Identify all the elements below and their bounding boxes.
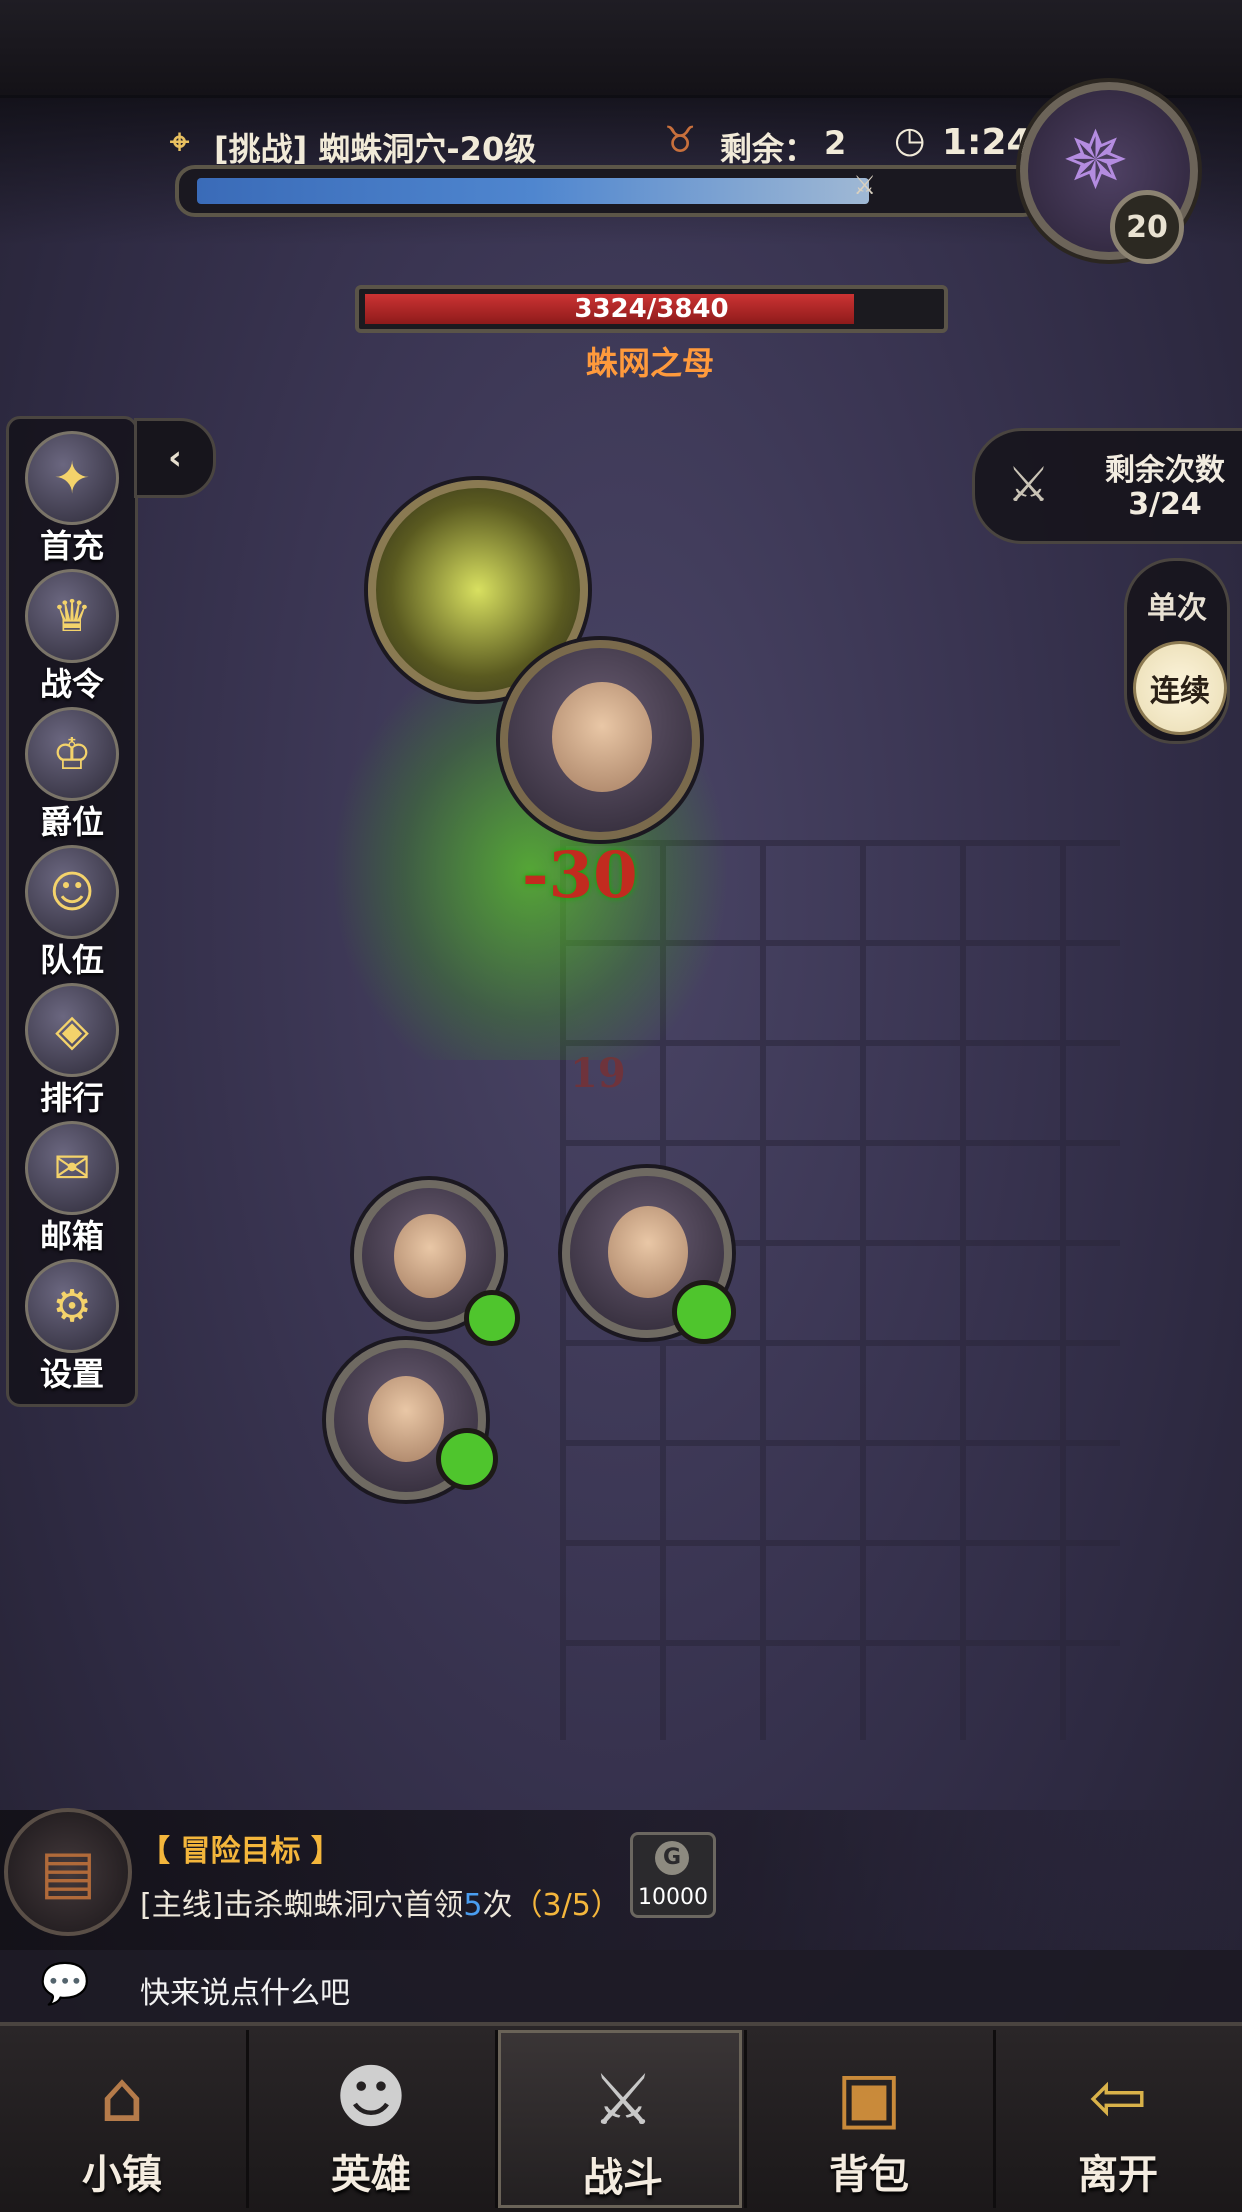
sidebar-item-4[interactable]: ◈ 排行 xyxy=(9,977,135,1117)
boss-hp-text: 3324/3840 xyxy=(574,294,729,324)
mode-continuous-button[interactable]: 连续 xyxy=(1133,641,1227,735)
quest-title: 【 冒险目标 】 xyxy=(140,1834,341,1869)
gear-icon: ⚙ xyxy=(25,1259,119,1353)
battle-mode-toggle: 单次 连续 xyxy=(1124,558,1230,744)
quest-progress: （3/5） xyxy=(512,1888,621,1923)
hero-icon: ☻ xyxy=(334,2056,408,2138)
enemy-elf-token xyxy=(500,640,700,840)
stage-progress-bar: ⚔ xyxy=(175,165,1043,217)
stage-progress-fill xyxy=(197,178,869,204)
sword-marker-icon: ⚔ xyxy=(853,171,877,201)
nav-separator xyxy=(246,2030,249,2208)
hero-status-dot xyxy=(672,1280,736,1344)
nav-tab-label: 小镇 xyxy=(82,2152,162,2198)
spider-icon: ✵ xyxy=(1062,114,1130,207)
damage-number: -30 xyxy=(522,838,638,913)
reward-amount: 10000 xyxy=(638,1885,708,1910)
sidebar-item-label: 队伍 xyxy=(39,941,104,979)
location-pin-icon: ⌖ xyxy=(170,122,190,162)
quest-desc-suffix: 次 xyxy=(482,1888,513,1923)
hero-face xyxy=(368,1376,444,1462)
sidebar-item-label: 邮箱 xyxy=(39,1217,104,1255)
quest-description: [主线]击杀蜘蛛洞穴首领5次（3/5） xyxy=(140,1880,621,1924)
nav-tab-1[interactable]: ☻ 英雄 xyxy=(249,2030,493,2208)
nav-separator xyxy=(744,2030,747,2208)
sidebar-item-label: 战令 xyxy=(39,665,104,703)
left-sidebar: ✦ 首充 ♛ 战令 ♔ 爵位 ☺ 队伍 ◈ 排行 ✉ 邮箱 ⚙ 设置 xyxy=(6,416,138,1407)
clock-icon: ◷ xyxy=(894,120,926,161)
chat-input[interactable]: 快来说点什么吧 xyxy=(140,1968,350,2012)
nav-tab-3[interactable]: ▣ 背包 xyxy=(747,2030,991,2208)
nav-tab-label: 英雄 xyxy=(331,2152,411,2198)
nav-separator xyxy=(495,2030,498,2208)
ranking-shield-icon: ◈ xyxy=(25,983,119,1077)
remaining-times-value: 3/24 xyxy=(1128,487,1202,522)
remaining-times-panel: ⚔ 剩余次数 3/24 xyxy=(972,428,1242,544)
crown-icon: ♔ xyxy=(25,707,119,801)
mail-envelope-icon: ✉ xyxy=(25,1121,119,1215)
book-icon: ▤ xyxy=(39,1837,97,1907)
quest-desc-count: 5 xyxy=(463,1888,483,1923)
sidebar-item-label: 首充 xyxy=(39,527,104,565)
quest-book-icon[interactable]: ▤ xyxy=(4,1808,132,1936)
sidebar-item-label: 排行 xyxy=(39,1079,104,1117)
chevron-left-icon: ‹ xyxy=(167,438,182,478)
nav-tab-2[interactable]: ⚔ 战斗 xyxy=(498,2030,742,2208)
sidebar-item-2[interactable]: ♔ 爵位 xyxy=(9,701,135,841)
sidebar-collapse-button[interactable]: ‹ xyxy=(134,418,216,498)
hero-status-dot xyxy=(464,1290,520,1346)
crossed-swords-icon: ⚔ xyxy=(1007,457,1051,513)
backpack-icon: ▣ xyxy=(835,2056,903,2138)
top-status-strip xyxy=(0,0,1242,98)
boss-hp-bar: 3324/3840 xyxy=(355,285,948,333)
coin-icon: G xyxy=(655,1841,689,1875)
damage-number-faded: 19 xyxy=(570,1050,626,1097)
sidebar-item-5[interactable]: ✉ 邮箱 xyxy=(9,1115,135,1255)
mode-single-button[interactable]: 单次 xyxy=(1127,583,1227,627)
timer: 1:24 xyxy=(942,122,1032,163)
boss-head-icon: ♉ xyxy=(664,120,697,161)
hero-status-dot xyxy=(436,1428,498,1490)
treasure-chest-icon: ✦ xyxy=(25,431,119,525)
sidebar-item-6[interactable]: ⚙ 设置 xyxy=(9,1253,135,1393)
nav-separator xyxy=(993,2030,996,2208)
hero-face xyxy=(394,1214,466,1298)
stage-title: [挑战] 蜘蛛洞穴-20级 xyxy=(214,130,537,168)
chat-bubble-icon[interactable]: 💬 xyxy=(40,1960,100,2010)
sidebar-item-3[interactable]: ☺ 队伍 xyxy=(9,839,135,979)
boss-level-badge: 20 xyxy=(1110,190,1184,264)
crossed-swords-icon: ⚔ xyxy=(591,2059,655,2141)
quest-reward[interactable]: G 10000 xyxy=(630,1832,716,1918)
nav-tab-label: 背包 xyxy=(829,2152,909,2198)
hero-face xyxy=(608,1206,688,1298)
sidebar-item-1[interactable]: ♛ 战令 xyxy=(9,563,135,703)
quest-desc-text: [主线]击杀蜘蛛洞穴首领 xyxy=(140,1888,464,1923)
enemy-face xyxy=(552,682,652,792)
nav-tab-label: 战斗 xyxy=(583,2155,663,2201)
nav-tab-0[interactable]: ⌂ 小镇 xyxy=(0,2030,244,2208)
sidebar-item-label: 设置 xyxy=(39,1355,104,1393)
remaining-value: 2 xyxy=(824,124,847,162)
winged-crest-icon: ♛ xyxy=(25,569,119,663)
remaining-label: 剩余： xyxy=(720,130,817,168)
sidebar-item-0[interactable]: ✦ 首充 xyxy=(9,425,135,565)
town-icon: ⌂ xyxy=(99,2056,145,2138)
remaining-times-label: 剩余次数 xyxy=(1105,453,1225,488)
exit-door-icon: ⇦ xyxy=(1088,2056,1148,2138)
boss-name: 蛛网之母 xyxy=(585,344,714,382)
sidebar-item-label: 爵位 xyxy=(39,803,104,841)
nav-tab-label: 离开 xyxy=(1078,2152,1158,2198)
nav-tab-4[interactable]: ⇦ 离开 xyxy=(996,2030,1240,2208)
team-faces-icon: ☺ xyxy=(25,845,119,939)
